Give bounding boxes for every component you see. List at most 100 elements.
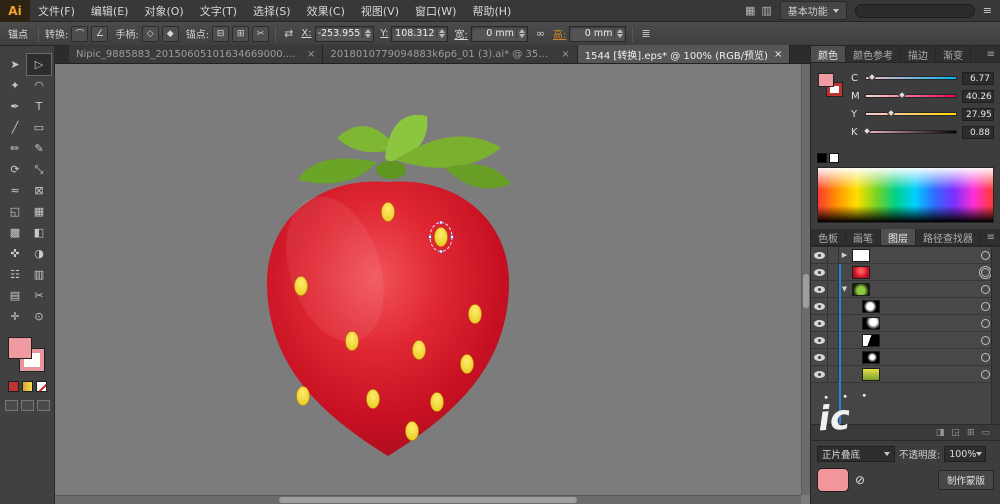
gradient-tool[interactable]: ◧ xyxy=(27,222,51,243)
visibility-toggle[interactable] xyxy=(811,349,828,365)
width-label[interactable]: 宽: xyxy=(454,26,467,41)
canvas-area[interactable] xyxy=(55,64,810,504)
color-spectrum[interactable] xyxy=(817,167,994,223)
horizontal-scrollbar-thumb[interactable] xyxy=(279,497,577,503)
color-panel-menu-icon[interactable]: ≡ xyxy=(982,46,1000,62)
add-anchor-button[interactable]: ⊞ xyxy=(232,26,249,42)
leaf-shape[interactable] xyxy=(298,159,377,184)
perspective-grid-tool[interactable]: ▦ xyxy=(27,201,51,222)
seed-shape[interactable] xyxy=(346,332,359,351)
anchor-handle[interactable] xyxy=(440,250,443,253)
doc-tab[interactable]: 1544 [转换].eps* @ 100% (RGB/预览)× xyxy=(578,45,791,63)
menu-item[interactable]: 文件(F) xyxy=(30,0,83,21)
visibility-toggle[interactable] xyxy=(811,332,828,348)
channel-slider[interactable] xyxy=(865,76,957,80)
stepper-icon[interactable] xyxy=(614,29,623,38)
anchor-handle[interactable] xyxy=(451,236,454,239)
slider-thumb-icon[interactable] xyxy=(863,127,871,135)
menu-item[interactable]: 编辑(E) xyxy=(83,0,137,21)
visibility-toggle[interactable] xyxy=(811,298,828,314)
slider-thumb-icon[interactable] xyxy=(868,73,876,81)
hide-handles-button[interactable]: ◆ xyxy=(162,26,179,42)
expander-icon[interactable]: ▶ xyxy=(839,251,850,259)
convert-to-smooth-button[interactable]: ⌒ xyxy=(71,26,88,42)
search-input[interactable] xyxy=(855,4,975,18)
seed-shape[interactable] xyxy=(413,341,426,360)
lock-cell[interactable] xyxy=(828,315,839,331)
fill-color-swatch[interactable] xyxy=(8,337,32,359)
opacity-dropdown[interactable]: 100% xyxy=(944,446,986,462)
width-tool[interactable]: ≈ xyxy=(3,180,27,201)
panel-tab-色板[interactable]: 色板 xyxy=(811,229,846,245)
tab-close-icon[interactable]: × xyxy=(561,49,569,60)
line-segment-tool[interactable]: ╱ xyxy=(3,117,27,138)
menu-item[interactable]: 帮助(H) xyxy=(464,0,519,21)
target-circle-icon[interactable] xyxy=(981,336,990,345)
direct-selection-tool[interactable]: ▷ xyxy=(27,54,51,75)
stepper-icon[interactable] xyxy=(516,29,525,38)
magic-wand-tool[interactable]: ✦ xyxy=(3,75,27,96)
panel-tab-颜色[interactable]: 颜色 xyxy=(811,46,846,62)
lock-cell[interactable] xyxy=(828,349,839,365)
height-input[interactable]: 0 mm xyxy=(569,26,626,42)
lock-cell[interactable] xyxy=(828,332,839,348)
target-circle-icon[interactable] xyxy=(981,251,990,260)
horizontal-scrollbar[interactable] xyxy=(55,495,801,504)
fill-indicator-swatch[interactable] xyxy=(818,73,834,87)
lock-cell[interactable] xyxy=(828,247,839,263)
menu-item[interactable]: 选择(S) xyxy=(245,0,299,21)
stem-shape[interactable] xyxy=(376,161,406,179)
doc-tab[interactable]: Nipic_9885883_20150605101634669000.ai* @… xyxy=(69,45,323,63)
symbol-sprayer-tool[interactable]: ☷ xyxy=(3,264,27,285)
strawberry-leaves[interactable] xyxy=(298,115,511,189)
doc-tab[interactable]: 2018010779094883k6p6_01 (3).ai* @ 35% (R… xyxy=(323,45,577,63)
channel-slider[interactable] xyxy=(865,130,957,134)
seed-shape[interactable] xyxy=(367,390,380,409)
layers-panel-menu-icon[interactable]: ≡ xyxy=(982,229,1000,245)
leaf-shape[interactable] xyxy=(445,164,511,188)
seed-shape[interactable] xyxy=(461,355,474,374)
artboard-tool[interactable]: ▤ xyxy=(3,285,27,306)
strawberry-svg[interactable] xyxy=(55,64,810,504)
anchor-handle[interactable] xyxy=(429,236,432,239)
lock-cell[interactable] xyxy=(828,366,839,382)
visibility-toggle[interactable] xyxy=(811,315,828,331)
lasso-tool[interactable]: ◠ xyxy=(27,75,51,96)
shape-builder-tool[interactable]: ◱ xyxy=(3,201,27,222)
app-menu-icon[interactable]: ≡ xyxy=(983,4,992,17)
link-dimensions-icon[interactable]: ∞ xyxy=(534,27,547,40)
x-input[interactable]: -253.955 xyxy=(315,26,375,42)
panel-tab-描边[interactable]: 描边 xyxy=(901,46,936,62)
column-graph-tool[interactable]: ▥ xyxy=(27,264,51,285)
black-swatch[interactable] xyxy=(817,153,827,163)
rectangle-tool[interactable]: ▭ xyxy=(27,117,51,138)
tab-close-icon[interactable]: × xyxy=(774,49,782,60)
panel-tab-图层[interactable]: 图层 xyxy=(881,229,916,245)
target-circle-icon[interactable] xyxy=(981,319,990,328)
layer-row[interactable]: ▶ xyxy=(811,247,1000,264)
lock-cell[interactable] xyxy=(828,264,839,280)
channel-value[interactable]: 27.95 xyxy=(962,108,994,121)
target-circle-icon[interactable] xyxy=(981,370,990,379)
channel-value[interactable]: 40.26 xyxy=(962,90,994,103)
arrange-documents-icon[interactable]: ▥ xyxy=(761,4,771,17)
y-input[interactable]: 108.312 xyxy=(391,26,448,42)
y-label[interactable]: Y: xyxy=(380,28,388,39)
pen-tool[interactable]: ✒ xyxy=(3,96,27,117)
visibility-toggle[interactable] xyxy=(811,366,828,382)
visibility-toggle[interactable] xyxy=(811,247,828,263)
lock-cell[interactable] xyxy=(828,281,839,297)
create-sublayer-icon[interactable]: ◲ xyxy=(951,428,960,438)
seed-shape[interactable] xyxy=(295,277,308,296)
white-swatch[interactable] xyxy=(829,153,839,163)
delete-layer-icon[interactable]: ▭ xyxy=(981,428,990,438)
panel-tab-颜色参考[interactable]: 颜色参考 xyxy=(846,46,901,62)
x-label[interactable]: X: xyxy=(301,28,311,39)
menu-item[interactable]: 视图(V) xyxy=(353,0,407,21)
free-transform-tool[interactable]: ⊠ xyxy=(27,180,51,201)
remove-anchor-button[interactable]: ⊟ xyxy=(212,26,229,42)
seed-shape[interactable] xyxy=(406,422,419,441)
panel-tab-画笔[interactable]: 画笔 xyxy=(846,229,881,245)
hand-tool[interactable]: ✛ xyxy=(3,306,27,327)
color-mode-button[interactable] xyxy=(8,381,19,392)
